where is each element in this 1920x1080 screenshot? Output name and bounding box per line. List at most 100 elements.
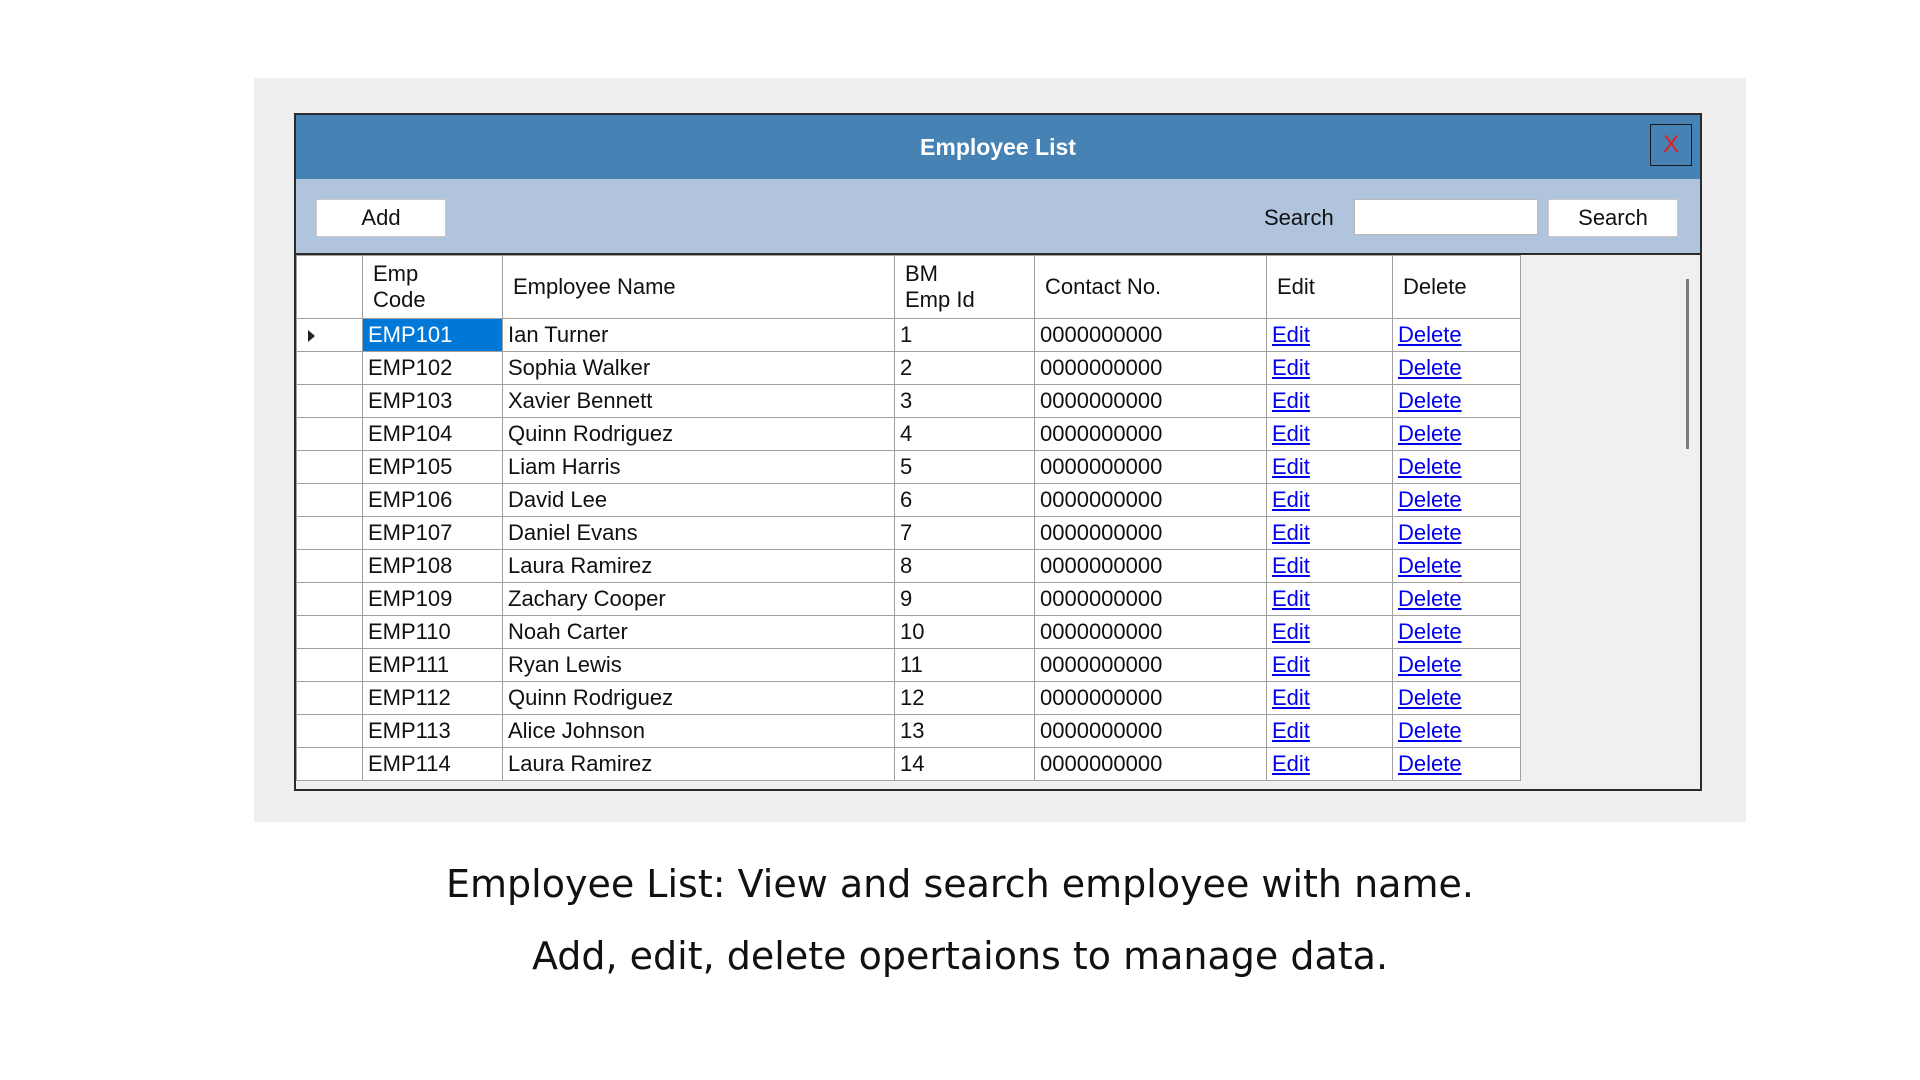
- edit-cell[interactable]: Edit: [1266, 714, 1393, 748]
- edit-cell[interactable]: Edit: [1266, 582, 1393, 616]
- contact-no-cell[interactable]: 0000000000: [1034, 549, 1267, 583]
- row-header[interactable]: [296, 681, 363, 715]
- table-row[interactable]: EMP107 Daniel Evans 7 0000000000 Edit Delete: [296, 516, 1521, 550]
- row-header[interactable]: [296, 351, 363, 385]
- contact-no-cell[interactable]: 0000000000: [1034, 384, 1267, 418]
- bm-emp-id-cell[interactable]: 14: [894, 747, 1035, 781]
- emp-code-cell[interactable]: EMP112: [362, 681, 503, 715]
- table-row[interactable]: EMP102 Sophia Walker 2 0000000000 Edit Delete: [296, 351, 1521, 385]
- employee-name-cell[interactable]: Laura Ramirez: [502, 747, 895, 781]
- bm-emp-id-cell[interactable]: 6: [894, 483, 1035, 517]
- table-row[interactable]: EMP105 Liam Harris 5 0000000000 Edit Delete: [296, 450, 1521, 484]
- vertical-scrollbar[interactable]: [1676, 255, 1700, 789]
- bm-emp-id-cell[interactable]: 2: [894, 351, 1035, 385]
- delete-cell[interactable]: Delete: [1392, 681, 1521, 715]
- employee-name-cell[interactable]: David Lee: [502, 483, 895, 517]
- table-row[interactable]: EMP113 Alice Johnson 13 0000000000 Edit Delet…: [296, 714, 1521, 748]
- bm-emp-id-cell[interactable]: 3: [894, 384, 1035, 418]
- contact-no-cell[interactable]: 0000000000: [1034, 681, 1267, 715]
- table-row[interactable]: EMP101 Ian Turner 1 0000000000 Edit Delete: [296, 318, 1521, 352]
- employee-name-cell[interactable]: Quinn Rodriguez: [502, 681, 895, 715]
- table-row[interactable]: EMP110 Noah Carter 10 0000000000 Edit Delete: [296, 615, 1521, 649]
- emp-code-cell[interactable]: EMP113: [362, 714, 503, 748]
- bm-emp-id-cell[interactable]: 1: [894, 318, 1035, 352]
- table-row[interactable]: EMP112 Quinn Rodriguez 12 0000000000 Edit Del…: [296, 681, 1521, 715]
- edit-link[interactable]: Edit: [1272, 553, 1310, 578]
- contact-no-cell[interactable]: 0000000000: [1034, 318, 1267, 352]
- delete-link[interactable]: Delete: [1398, 520, 1462, 545]
- column-header-employee-name[interactable]: Employee Name: [502, 255, 895, 319]
- delete-cell[interactable]: Delete: [1392, 615, 1521, 649]
- contact-no-cell[interactable]: 0000000000: [1034, 582, 1267, 616]
- row-header[interactable]: [296, 450, 363, 484]
- employee-name-cell[interactable]: Noah Carter: [502, 615, 895, 649]
- edit-link[interactable]: Edit: [1272, 454, 1310, 479]
- edit-link[interactable]: Edit: [1272, 421, 1310, 446]
- emp-code-cell[interactable]: EMP108: [362, 549, 503, 583]
- emp-code-cell[interactable]: EMP102: [362, 351, 503, 385]
- edit-link[interactable]: Edit: [1272, 355, 1310, 380]
- emp-code-cell[interactable]: EMP107: [362, 516, 503, 550]
- column-header-emp-code[interactable]: Emp Code: [362, 255, 503, 319]
- contact-no-cell[interactable]: 0000000000: [1034, 351, 1267, 385]
- contact-no-cell[interactable]: 0000000000: [1034, 648, 1267, 682]
- edit-cell[interactable]: Edit: [1266, 450, 1393, 484]
- contact-no-cell[interactable]: 0000000000: [1034, 516, 1267, 550]
- edit-link[interactable]: Edit: [1272, 619, 1310, 644]
- employee-name-cell[interactable]: Liam Harris: [502, 450, 895, 484]
- edit-cell[interactable]: Edit: [1266, 648, 1393, 682]
- emp-code-cell[interactable]: EMP106: [362, 483, 503, 517]
- bm-emp-id-cell[interactable]: 12: [894, 681, 1035, 715]
- delete-cell[interactable]: Delete: [1392, 351, 1521, 385]
- edit-link[interactable]: Edit: [1272, 388, 1310, 413]
- delete-cell[interactable]: Delete: [1392, 516, 1521, 550]
- edit-cell[interactable]: Edit: [1266, 549, 1393, 583]
- contact-no-cell[interactable]: 0000000000: [1034, 450, 1267, 484]
- close-button[interactable]: X: [1650, 124, 1692, 166]
- employee-name-cell[interactable]: Daniel Evans: [502, 516, 895, 550]
- column-header-contact-no[interactable]: Contact No.: [1034, 255, 1267, 319]
- edit-cell[interactable]: Edit: [1266, 516, 1393, 550]
- bm-emp-id-cell[interactable]: 13: [894, 714, 1035, 748]
- row-header[interactable]: [296, 648, 363, 682]
- delete-link[interactable]: Delete: [1398, 388, 1462, 413]
- edit-link[interactable]: Edit: [1272, 751, 1310, 776]
- scrollbar-thumb[interactable]: [1686, 279, 1689, 449]
- employee-name-cell[interactable]: Xavier Bennett: [502, 384, 895, 418]
- delete-link[interactable]: Delete: [1398, 553, 1462, 578]
- delete-link[interactable]: Delete: [1398, 751, 1462, 776]
- delete-link[interactable]: Delete: [1398, 619, 1462, 644]
- emp-code-cell[interactable]: EMP101: [362, 318, 503, 352]
- delete-cell[interactable]: Delete: [1392, 549, 1521, 583]
- bm-emp-id-cell[interactable]: 8: [894, 549, 1035, 583]
- delete-link[interactable]: Delete: [1398, 652, 1462, 677]
- row-header[interactable]: [296, 582, 363, 616]
- edit-link[interactable]: Edit: [1272, 718, 1310, 743]
- contact-no-cell[interactable]: 0000000000: [1034, 417, 1267, 451]
- delete-link[interactable]: Delete: [1398, 355, 1462, 380]
- row-header[interactable]: [296, 384, 363, 418]
- contact-no-cell[interactable]: 0000000000: [1034, 714, 1267, 748]
- delete-link[interactable]: Delete: [1398, 685, 1462, 710]
- bm-emp-id-cell[interactable]: 5: [894, 450, 1035, 484]
- row-header[interactable]: [296, 549, 363, 583]
- edit-cell[interactable]: Edit: [1266, 318, 1393, 352]
- table-row[interactable]: EMP106 David Lee 6 0000000000 Edit Delete: [296, 483, 1521, 517]
- edit-link[interactable]: Edit: [1272, 685, 1310, 710]
- edit-link[interactable]: Edit: [1272, 322, 1310, 347]
- table-row[interactable]: EMP108 Laura Ramirez 8 0000000000 Edit Delete: [296, 549, 1521, 583]
- row-header[interactable]: [296, 483, 363, 517]
- employee-name-cell[interactable]: Alice Johnson: [502, 714, 895, 748]
- emp-code-cell[interactable]: EMP111: [362, 648, 503, 682]
- emp-code-cell[interactable]: EMP103: [362, 384, 503, 418]
- column-header-delete[interactable]: Delete: [1392, 255, 1521, 319]
- delete-link[interactable]: Delete: [1398, 487, 1462, 512]
- delete-link[interactable]: Delete: [1398, 322, 1462, 347]
- delete-link[interactable]: Delete: [1398, 454, 1462, 479]
- row-header[interactable]: [296, 318, 363, 352]
- bm-emp-id-cell[interactable]: 7: [894, 516, 1035, 550]
- row-header[interactable]: [296, 615, 363, 649]
- bm-emp-id-cell[interactable]: 10: [894, 615, 1035, 649]
- edit-cell[interactable]: Edit: [1266, 384, 1393, 418]
- delete-cell[interactable]: Delete: [1392, 417, 1521, 451]
